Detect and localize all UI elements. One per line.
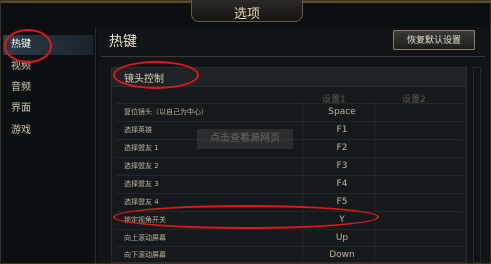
table-row: 复位镜头（以自己为中心） Space: [116, 103, 462, 121]
table-row: 选择盟友 3 F4: [116, 175, 462, 193]
key1-cell[interactable]: F2: [312, 143, 372, 153]
sidebar-item-audio[interactable]: 音频: [3, 78, 93, 98]
action-label: 选择盟友 3: [124, 180, 159, 188]
window-title: 选项: [233, 7, 260, 22]
watermark: 点击查看源网页: [197, 129, 293, 149]
header-divider: [101, 56, 485, 57]
table-row: 选择盟友 2 F3: [116, 157, 462, 175]
reset-defaults-button[interactable]: 恢复默认设置: [393, 30, 475, 50]
camera-control-section: 镜头控制 设置1 设置2 复位镜头（以自己为中心） Space 选择英雄 F1 …: [111, 67, 467, 263]
action-label: 选择盟友 2: [124, 162, 159, 170]
key1-cell[interactable]: F3: [312, 161, 372, 171]
sidebar-item-game[interactable]: 游戏: [3, 121, 93, 141]
sidebar-item-interface[interactable]: 界面: [3, 99, 93, 119]
highlight-ellipse: [113, 61, 199, 89]
highlight-ellipse: [113, 205, 379, 229]
key1-cell[interactable]: F5: [312, 197, 372, 207]
page-title: 热键: [109, 34, 137, 50]
key1-cell[interactable]: Space: [312, 107, 372, 117]
action-label: 选择英雄: [124, 126, 152, 134]
action-label: 选择盟友 1: [124, 144, 159, 152]
action-label: 向上滚动屏幕: [124, 234, 166, 242]
window-title-tab: 选项: [191, 0, 303, 22]
action-label: 复位镜头（以自己为中心）: [124, 108, 208, 116]
sidebar: 热键 视频 音频 界面 游戏: [3, 27, 96, 263]
action-label: 选择盟友 4: [124, 198, 159, 206]
options-window: 选项 热键 视频 音频 界面 游戏 热键 恢复默认设置 镜头控制 设置1 设置2…: [0, 0, 491, 264]
key1-cell[interactable]: Up: [312, 233, 372, 243]
table-row: 向下滚动屏幕 Down: [116, 246, 462, 264]
key1-cell[interactable]: F4: [312, 179, 372, 189]
highlight-ellipse: [4, 29, 52, 63]
action-label: 向下滚动屏幕: [124, 251, 166, 259]
scrollbar[interactable]: [473, 67, 481, 263]
key1-cell[interactable]: Down: [312, 250, 372, 260]
key1-cell[interactable]: F1: [312, 125, 372, 135]
table-row: 向上滚动屏幕 Up: [116, 229, 462, 247]
